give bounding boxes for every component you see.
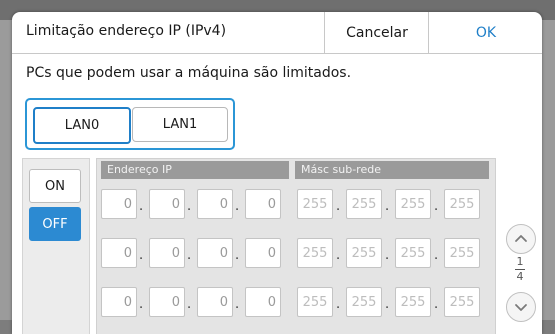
octet-separator: .	[187, 199, 192, 214]
octet-separator: .	[187, 248, 192, 263]
mask-octet-field[interactable]: 255	[395, 189, 431, 219]
subnet-mask-header: Másc sub-rede	[295, 161, 489, 179]
page-indicator: 1 4	[500, 256, 540, 283]
octet-separator: .	[434, 297, 439, 312]
ok-button[interactable]: OK	[428, 12, 542, 53]
page-total: 4	[516, 270, 524, 283]
octet-separator: .	[434, 248, 439, 263]
ip-address-header: Endereço IP	[101, 161, 289, 179]
mask-octet-field[interactable]: 255	[297, 238, 333, 268]
octet-separator: .	[385, 297, 390, 312]
table-row: 0 . 0 . 0 . 0 255 . 255 . 255 . 255	[97, 238, 495, 270]
octet-separator: .	[336, 297, 341, 312]
ip-octet-field[interactable]: 0	[149, 238, 185, 268]
ip-octet-field[interactable]: 0	[149, 189, 185, 219]
lan1-tab[interactable]: LAN1	[132, 107, 228, 142]
ip-octet-field[interactable]: 0	[101, 189, 137, 219]
dialog-title: Limitação endereço IP (IPv4)	[26, 23, 227, 39]
ip-table-area: ON OFF Endereço IP Másc sub-rede 0 . 0 .…	[12, 150, 542, 334]
octet-separator: .	[434, 199, 439, 214]
mask-octet-field[interactable]: 255	[444, 238, 480, 268]
octet-separator: .	[385, 199, 390, 214]
table-row: 0 . 0 . 0 . 0 255 . 255 . 255 . 255	[97, 189, 495, 221]
octet-separator: .	[235, 199, 240, 214]
octet-separator: .	[139, 248, 144, 263]
ip-octet-field[interactable]: 0	[101, 238, 137, 268]
mask-octet-field[interactable]: 255	[346, 238, 382, 268]
address-grid: Endereço IP Másc sub-rede 0 . 0 . 0 . 0 …	[96, 158, 496, 334]
octet-separator: .	[139, 199, 144, 214]
page-current: 1	[516, 255, 524, 268]
mask-octet-field[interactable]: 255	[346, 189, 382, 219]
octet-separator: .	[139, 297, 144, 312]
mask-octet-field[interactable]: 255	[395, 287, 431, 317]
ip-octet-field[interactable]: 0	[197, 189, 233, 219]
scroll-up-button[interactable]	[506, 224, 536, 254]
octet-separator: .	[336, 248, 341, 263]
octet-separator: .	[336, 199, 341, 214]
ip-octet-field[interactable]: 0	[245, 238, 281, 268]
ip-octet-field[interactable]: 0	[245, 287, 281, 317]
chevron-up-icon	[515, 235, 527, 242]
dialog-message: PCs que podem usar a máquina são limitad…	[26, 65, 352, 81]
ip-limitation-dialog: Limitação endereço IP (IPv4) Cancelar OK…	[12, 12, 542, 334]
mask-octet-field[interactable]: 255	[297, 189, 333, 219]
octet-separator: .	[385, 248, 390, 263]
table-row: 0 . 0 . 0 . 0 255 . 255 . 255 . 255	[97, 287, 495, 319]
octet-separator: .	[187, 297, 192, 312]
octet-separator: .	[235, 297, 240, 312]
scroll-column: 1 4	[500, 158, 542, 334]
lan-selector: LAN0 LAN1	[25, 98, 235, 150]
mask-octet-field[interactable]: 255	[346, 287, 382, 317]
ip-octet-field[interactable]: 0	[245, 189, 281, 219]
mask-octet-field[interactable]: 255	[395, 238, 431, 268]
ip-octet-field[interactable]: 0	[101, 287, 137, 317]
ip-octet-field[interactable]: 0	[197, 287, 233, 317]
ip-octet-field[interactable]: 0	[197, 238, 233, 268]
octet-separator: .	[235, 248, 240, 263]
mask-octet-field[interactable]: 255	[297, 287, 333, 317]
chevron-down-icon	[515, 304, 527, 311]
on-button[interactable]: ON	[29, 169, 81, 203]
ip-octet-field[interactable]: 0	[149, 287, 185, 317]
mask-octet-field[interactable]: 255	[444, 287, 480, 317]
scroll-down-button[interactable]	[506, 292, 536, 322]
off-button[interactable]: OFF	[29, 207, 81, 241]
mask-octet-field[interactable]: 255	[444, 189, 480, 219]
cancel-button[interactable]: Cancelar	[324, 12, 429, 53]
on-off-column: ON OFF	[22, 158, 90, 334]
lan0-tab[interactable]: LAN0	[33, 107, 131, 144]
dialog-titlebar: Limitação endereço IP (IPv4) Cancelar OK	[12, 12, 542, 54]
